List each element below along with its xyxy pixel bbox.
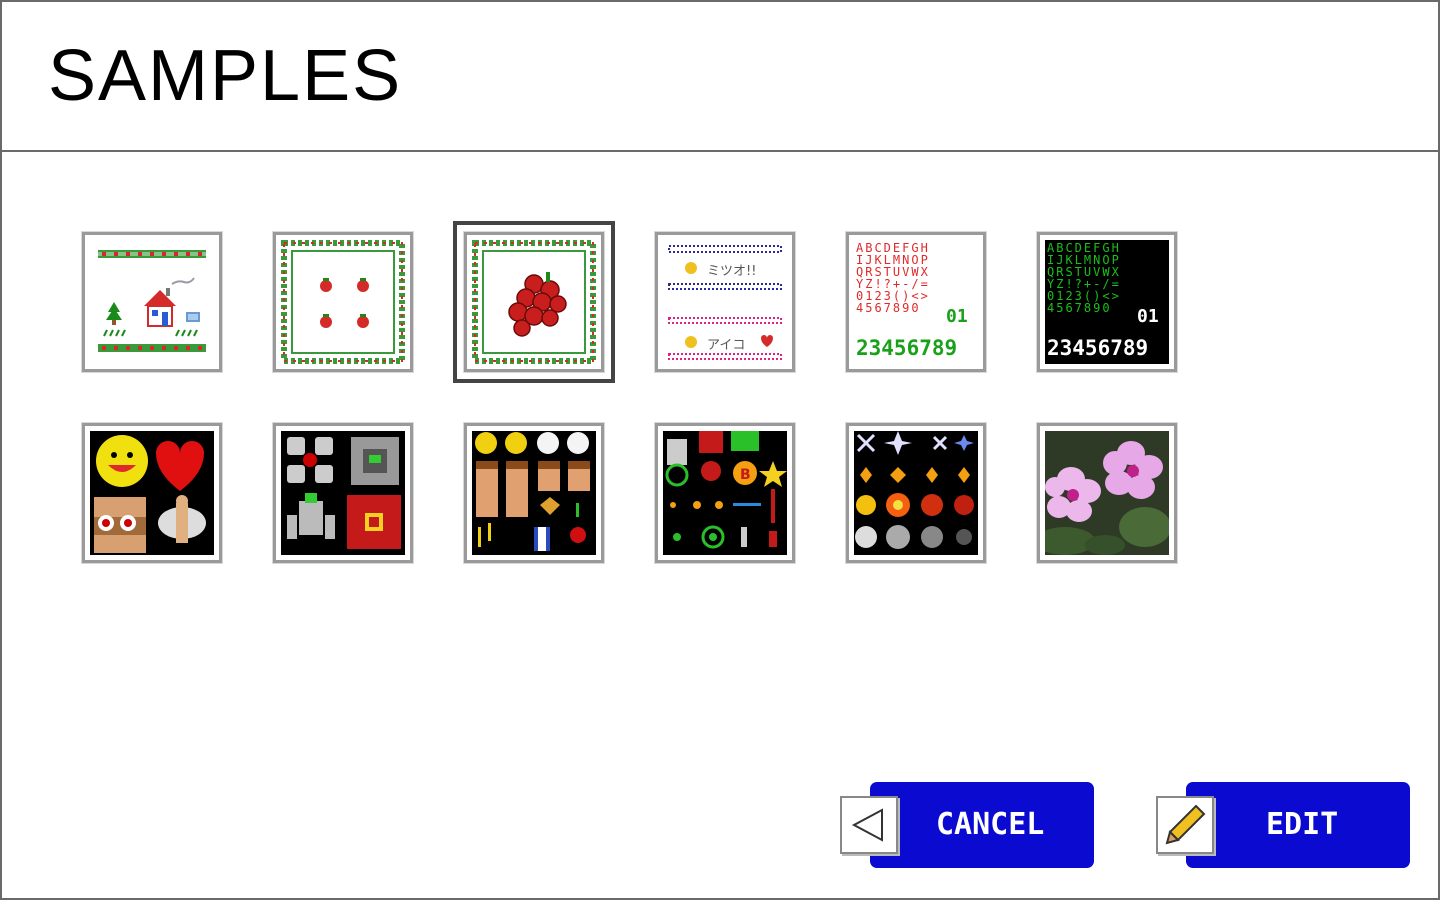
edit-button[interactable]: EDIT [1186,782,1410,868]
sample-tile-robot-sprites[interactable] [273,423,413,563]
back-arrow-icon[interactable] [840,796,898,854]
smiley-heart-thumbnail [90,431,214,555]
cancel-label: CANCEL [936,807,1045,842]
page-title: SAMPLES [48,36,403,116]
robot-sprites-thumbnail [281,431,405,555]
strawberries-thumbnail [281,240,405,364]
header: SAMPLES [2,2,1438,152]
font-sample-red-letters: ABCDEFGH IJKLMNOP QRSTUVWX YZ!?+-/= 0123()<>… [856,241,930,315]
explosion-sprites-thumbnail [854,431,978,555]
sample-tile-strawberries[interactable] [273,232,413,372]
jp-line-1: ミツオ!! [707,264,757,279]
font-sample-small-white: 01 [1137,306,1159,327]
house-thumbnail [90,240,214,364]
cancel-button[interactable]: CANCEL [870,782,1094,868]
sample-tile-font-green-black[interactable]: ABCDEFGH IJKLMNOP QRSTUVWX YZ!?+-/= 0123()<>… [1037,232,1177,372]
font-sample-green-letters: ABCDEFGH IJKLMNOP QRSTUVWX YZ!?+-/= 0123()<>… [1047,241,1121,315]
flower-photo-thumbnail [1045,431,1169,555]
sample-tile-faces-sprites[interactable] [464,423,604,563]
font-sample-small: 01 [946,306,968,327]
pencil-icon[interactable] [1156,796,1214,854]
sample-tile-font-red-green[interactable]: ABCDEFGH IJKLMNOP QRSTUVWX YZ!?+-/= 0123()<>… [846,232,986,372]
grapes-thumbnail [472,240,596,364]
svg-text:B: B [740,467,751,483]
sample-tile-japanese-text[interactable]: ミツオ!! アイコ [655,232,795,372]
font-sample-row: 23456789 [856,336,958,360]
edit-label: EDIT [1266,807,1339,842]
shooter-sprites-thumbnail: B [663,431,787,555]
sample-tile-shooter-sprites[interactable]: B [655,423,795,563]
font-sample-row-white: 23456789 [1047,336,1149,360]
jp-line-2: アイコ [707,338,746,353]
sample-tile-grapes[interactable] [453,221,615,383]
sample-tile-smiley-heart[interactable] [82,423,222,563]
sample-tile-flower-photo[interactable] [1037,423,1177,563]
sample-tile-house[interactable] [82,232,222,372]
faces-sprites-thumbnail [472,431,596,555]
sample-tile-explosion-sprites[interactable] [846,423,986,563]
